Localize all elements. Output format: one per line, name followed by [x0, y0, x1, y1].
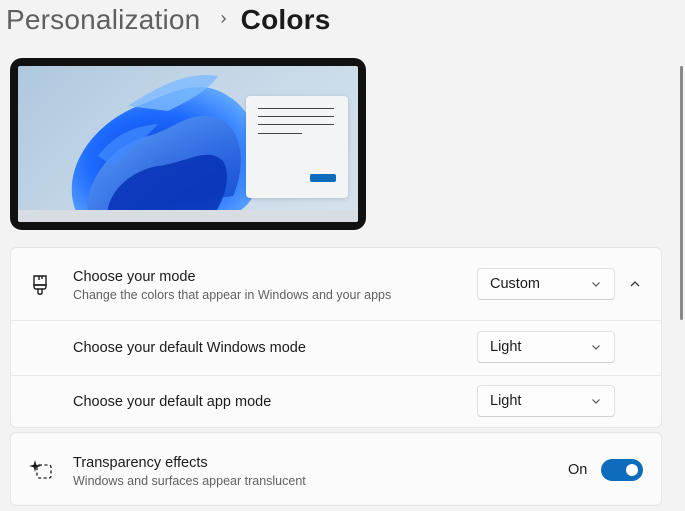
chevron-down-icon — [592, 345, 600, 350]
choose-mode-card: Choose your mode Change the colors that … — [10, 247, 662, 428]
transparency-state-label: On — [568, 462, 588, 478]
breadcrumb-parent-personalization[interactable]: Personalization — [6, 4, 200, 36]
app-mode-dropdown[interactable]: Light — [477, 385, 615, 417]
app-mode-value: Light — [490, 393, 522, 409]
preview-text-line — [258, 108, 334, 110]
windows-mode-row: Choose your default Windows mode Light — [11, 321, 661, 375]
app-mode-row: Choose your default app mode Light — [11, 376, 661, 428]
transparency-card: Transparency effects Windows and surface… — [10, 432, 662, 506]
mode-dropdown-value: Custom — [490, 276, 540, 292]
preview-text-line — [258, 116, 334, 118]
choose-mode-row[interactable]: Choose your mode Change the colors that … — [11, 248, 661, 320]
mode-dropdown[interactable]: Custom — [477, 268, 615, 300]
preview-taskbar — [18, 210, 358, 222]
brush-icon — [31, 274, 49, 301]
transparency-title: Transparency effects — [73, 455, 208, 471]
breadcrumb-separator: › — [220, 7, 227, 28]
chevron-up-icon — [630, 281, 640, 287]
theme-preview — [10, 58, 366, 230]
preview-accent-button — [310, 174, 336, 182]
preview-desktop — [18, 66, 358, 222]
preview-window — [246, 96, 348, 198]
windows-mode-dropdown[interactable]: Light — [477, 331, 615, 363]
page-title: Colors — [240, 4, 331, 35]
app-mode-title: Choose your default app mode — [73, 394, 272, 410]
preview-text-line — [258, 124, 334, 126]
breadcrumb: Personalization › Colors — [6, 2, 331, 38]
transparency-subtitle: Windows and surfaces appear translucent — [73, 474, 306, 488]
collapse-button[interactable] — [619, 268, 651, 300]
choose-mode-subtitle: Change the colors that appear in Windows… — [73, 288, 392, 302]
transparency-sparkle-icon — [29, 458, 53, 485]
choose-mode-title: Choose your mode — [73, 269, 196, 285]
scrollbar[interactable] — [680, 66, 683, 320]
preview-text-line — [258, 133, 302, 135]
chevron-down-icon — [592, 399, 600, 404]
transparency-toggle[interactable] — [601, 459, 643, 481]
chevron-down-icon — [592, 282, 600, 287]
windows-mode-title: Choose your default Windows mode — [73, 340, 306, 356]
windows-mode-value: Light — [490, 339, 522, 355]
toggle-knob — [626, 464, 638, 476]
